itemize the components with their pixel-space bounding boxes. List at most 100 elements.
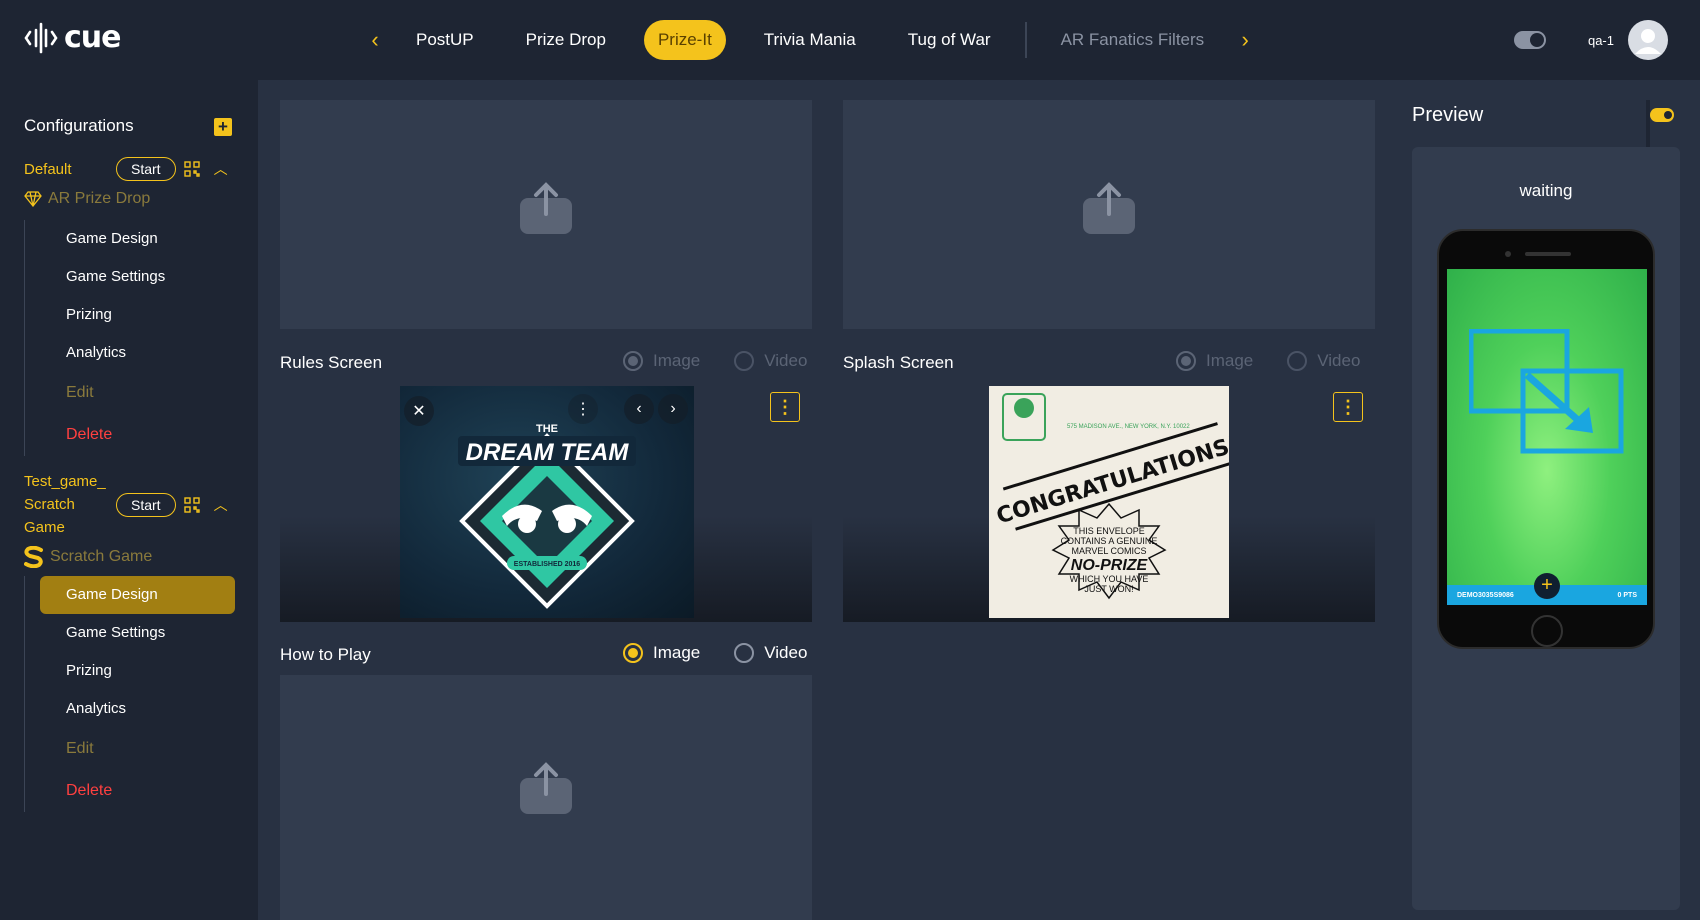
- phone-mockup: DEMO3035S9086 0 PTS +: [1437, 229, 1655, 649]
- phone-plus-button[interactable]: +: [1534, 573, 1560, 599]
- menu-delete[interactable]: Delete: [40, 414, 235, 456]
- phone-camera: [1505, 251, 1511, 257]
- menu-game-settings[interactable]: Game Settings: [40, 258, 235, 296]
- scratch-s-icon: [24, 546, 43, 568]
- rules-options-button[interactable]: ⋮: [770, 392, 800, 422]
- configurations-heading: Configurations: [24, 116, 134, 135]
- splash-address-text: 575 MADISON AVE., NEW YORK, N.Y. 10022: [1067, 424, 1190, 430]
- logo-text: cue: [64, 20, 121, 55]
- menu-edit[interactable]: Edit: [40, 372, 235, 414]
- game-name: Default: [24, 160, 72, 178]
- upload-icon: [520, 762, 572, 814]
- preview-title: Preview: [1412, 104, 1484, 126]
- rules-image-thumbnail[interactable]: THE DREAM TEAM ESTABLISHED 2016 ✕ ⋮ ‹ ›: [400, 386, 694, 618]
- menu-delete[interactable]: Delete: [40, 770, 235, 812]
- menu-prizing[interactable]: Prizing: [40, 652, 235, 690]
- nav-divider: [1024, 22, 1027, 58]
- menu-prizing[interactable]: Prizing: [40, 296, 235, 334]
- add-configuration-button[interactable]: +: [214, 118, 232, 136]
- theme-toggle[interactable]: [1513, 31, 1546, 49]
- tab-postup[interactable]: PostUP: [402, 20, 488, 60]
- start-button[interactable]: Start: [116, 492, 176, 517]
- rules-media-box: THE DREAM TEAM ESTABLISHED 2016 ✕ ⋮ ‹ › …: [280, 386, 812, 622]
- game-row-default[interactable]: Default Start ︿: [24, 157, 228, 181]
- upload-dropzone-top-left[interactable]: [280, 100, 812, 329]
- rules-video-radio[interactable]: Video: [734, 351, 807, 371]
- congratulations-image: 575 MADISON AVE., NEW YORK, N.Y. 10022 C…: [994, 393, 1242, 600]
- rules-screen-label: Rules Screen: [280, 353, 383, 372]
- preview-status: waiting: [1519, 181, 1573, 200]
- splash-line2-text: CONTAINS A GENUINE: [1061, 536, 1158, 546]
- scale-to-fit-icon: [1469, 329, 1624, 454]
- tab-ar-fanatics-filters[interactable]: AR Fanatics Filters: [1047, 20, 1219, 60]
- how-to-play-media-type: Image Video: [623, 643, 807, 663]
- game-row-scratch[interactable]: Test_game_ Scratch Game Start ︿: [24, 470, 228, 539]
- qr-code-icon[interactable]: [183, 161, 200, 177]
- rules-media-type: Image Video: [623, 351, 807, 371]
- media-next-button[interactable]: ›: [658, 394, 688, 424]
- rules-image-radio[interactable]: Image: [623, 351, 700, 371]
- logo-established-text: ESTABLISHED 2016: [514, 561, 580, 568]
- menu-game-design[interactable]: Game Design: [40, 576, 235, 614]
- diamond-icon: [24, 191, 42, 207]
- preview-card: waiting DEMO3035S9086 0 PTS +: [1412, 147, 1680, 910]
- splash-line3-text: MARVEL COMICS: [1071, 546, 1146, 556]
- media-more-button[interactable]: ⋮: [568, 394, 598, 424]
- menu-game-design[interactable]: Game Design: [40, 220, 235, 258]
- user-area: qa-1: [1513, 20, 1668, 60]
- splash-line6-text: JUST WON!: [1084, 584, 1133, 594]
- upload-dropzone-top-right[interactable]: [843, 100, 1375, 329]
- upload-icon: [520, 182, 572, 234]
- tab-prize-drop[interactable]: Prize Drop: [512, 20, 620, 60]
- avatar[interactable]: [1628, 20, 1668, 60]
- media-prev-button[interactable]: ‹: [624, 394, 654, 424]
- splash-options-button[interactable]: ⋮: [1333, 392, 1363, 422]
- soundwave-icon: [24, 22, 58, 53]
- upload-icon: [1083, 182, 1135, 234]
- menu-edit[interactable]: Edit: [40, 728, 235, 770]
- radio-indicator: [734, 351, 755, 371]
- game-name: Test_game_ Scratch Game: [24, 473, 106, 536]
- splash-line5-text: WHICH YOU HAVE: [1070, 574, 1149, 584]
- how-to-play-upload-dropzone[interactable]: [280, 675, 812, 920]
- tab-tug-of-war[interactable]: Tug of War: [894, 20, 1005, 60]
- splash-image-radio[interactable]: Image: [1176, 351, 1253, 371]
- phone-home-button: [1531, 615, 1563, 647]
- start-button[interactable]: Start: [116, 157, 176, 181]
- menu-analytics[interactable]: Analytics: [40, 690, 235, 728]
- menu-game-settings[interactable]: Game Settings: [40, 614, 235, 652]
- phone-points: 0 PTS: [1617, 591, 1637, 599]
- user-icon: [1635, 29, 1661, 54]
- nav-next-button[interactable]: ›: [1230, 20, 1260, 60]
- how-to-play-label: How to Play: [280, 645, 371, 664]
- splash-video-radio[interactable]: Video: [1287, 351, 1360, 371]
- nav-prev-button[interactable]: ‹: [360, 20, 390, 60]
- game-menu-scratch: Game Design Game Settings Prizing Analyt…: [24, 576, 236, 812]
- qr-code-icon[interactable]: [183, 496, 200, 513]
- phone-screen: DEMO3035S9086 0 PTS +: [1447, 269, 1647, 605]
- game-type-ar-prize-drop: AR Prize Drop: [24, 190, 150, 208]
- radio-indicator: [623, 351, 643, 371]
- top-bar: cue ‹ PostUP Prize Drop Prize-It Trivia …: [0, 0, 1700, 80]
- menu-analytics[interactable]: Analytics: [40, 334, 235, 372]
- how-to-play-video-radio[interactable]: Video: [734, 643, 807, 663]
- how-to-play-image-radio[interactable]: Image: [623, 643, 700, 663]
- splash-image-thumbnail[interactable]: 575 MADISON AVE., NEW YORK, N.Y. 10022 C…: [989, 386, 1242, 618]
- sidebar: Configurations + Default Start ︿ AR Priz…: [0, 80, 258, 920]
- tab-prize-it[interactable]: Prize-It: [643, 20, 726, 60]
- splash-screen-label: Splash Screen: [843, 353, 954, 372]
- cue-logo[interactable]: cue: [24, 20, 121, 55]
- game-type-label: AR Prize Drop: [48, 190, 151, 207]
- game-design-panel: Rules Screen Image Video THE DREAM TEAM …: [258, 80, 1700, 920]
- collapse-chevron-icon[interactable]: ︿: [214, 159, 228, 179]
- game-menu-default: Game Design Game Settings Prizing Analyt…: [24, 220, 236, 456]
- collapse-chevron-icon[interactable]: ︿: [214, 495, 228, 515]
- logo-title-text: DREAM TEAM: [466, 439, 630, 466]
- splash-media-type: Image Video: [1176, 351, 1360, 371]
- tab-trivia-mania[interactable]: Trivia Mania: [750, 20, 870, 60]
- preview-toggle[interactable]: [1650, 108, 1674, 122]
- splash-media-box: 575 MADISON AVE., NEW YORK, N.Y. 10022 C…: [843, 386, 1375, 622]
- phone-speaker: [1525, 252, 1571, 256]
- remove-media-button[interactable]: ✕: [404, 396, 434, 426]
- username: qa-1: [1587, 32, 1614, 48]
